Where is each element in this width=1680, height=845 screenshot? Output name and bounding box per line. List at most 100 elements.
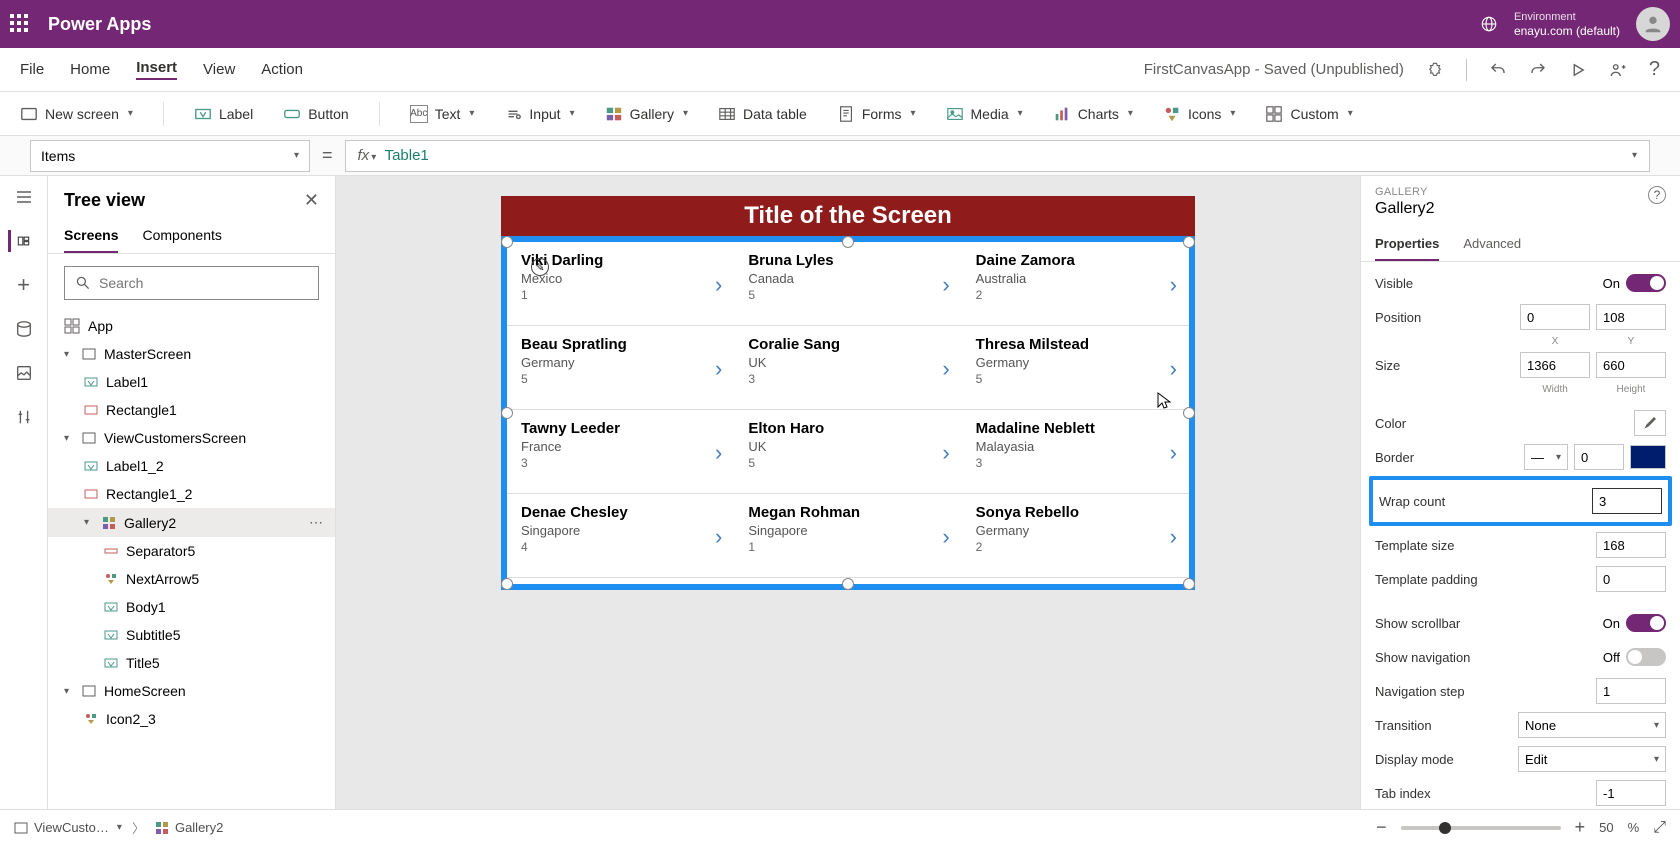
- avatar[interactable]: [1636, 7, 1670, 41]
- redo-icon[interactable]: [1529, 61, 1547, 79]
- chevron-right-icon[interactable]: ›: [1170, 272, 1177, 298]
- chevron-right-icon[interactable]: ›: [942, 524, 949, 550]
- display-mode-select[interactable]: Edit▾: [1518, 746, 1666, 772]
- breadcrumb-gallery[interactable]: Gallery2: [155, 820, 223, 835]
- gallery-cell[interactable]: ✎ Viki Darling Mexico 1 ›: [507, 242, 734, 326]
- zoom-out-icon[interactable]: −: [1376, 817, 1387, 838]
- chevron-right-icon[interactable]: ›: [715, 356, 722, 382]
- menu-action[interactable]: Action: [261, 61, 303, 78]
- chevron-right-icon[interactable]: ›: [715, 524, 722, 550]
- tab-screens[interactable]: Screens: [64, 219, 118, 253]
- chevron-right-icon[interactable]: ›: [942, 440, 949, 466]
- gallery-cell[interactable]: Megan Rohman Singapore 1 ›: [734, 494, 961, 578]
- chevron-right-icon[interactable]: ›: [715, 440, 722, 466]
- fit-icon[interactable]: ⤢: [1653, 819, 1666, 837]
- breadcrumb-screen[interactable]: ViewCusto…▾: [14, 820, 122, 835]
- new-screen-button[interactable]: New screen▾: [20, 105, 133, 123]
- tree-node-viewcust[interactable]: ▾ViewCustomersScreen: [48, 424, 335, 452]
- environment-info[interactable]: Environment enayu.com (default): [1514, 10, 1620, 38]
- tree-node-label1-2[interactable]: Label1_2: [48, 452, 335, 480]
- tree-node-rect1[interactable]: Rectangle1: [48, 396, 335, 424]
- gallery-cell[interactable]: Thresa Milstead Germany 5 ›: [962, 326, 1189, 410]
- gallery-cell[interactable]: Elton Haro UK 5 ›: [734, 410, 961, 494]
- help-icon[interactable]: ?: [1649, 58, 1660, 81]
- template-size-input[interactable]: 168: [1596, 532, 1666, 558]
- close-icon[interactable]: ✕: [304, 190, 319, 211]
- transition-select[interactable]: None▾: [1518, 712, 1666, 738]
- gallery-cell[interactable]: Bruna Lyles Canada 5 ›: [734, 242, 961, 326]
- pos-x-input[interactable]: 0: [1520, 304, 1590, 330]
- insert-pane-icon[interactable]: +: [13, 274, 35, 296]
- tree-node-master[interactable]: ▾MasterScreen: [48, 340, 335, 368]
- gallery-cell[interactable]: Tawny Leeder France 3 ›: [507, 410, 734, 494]
- custom-dropdown[interactable]: Custom▾: [1265, 105, 1352, 123]
- app-launcher-icon[interactable]: [10, 14, 30, 34]
- forms-dropdown[interactable]: Forms▾: [837, 105, 916, 123]
- property-selector[interactable]: Items▾: [30, 140, 310, 172]
- chevron-right-icon[interactable]: ›: [1170, 356, 1177, 382]
- tree-node-nextarrow5[interactable]: NextArrow5: [48, 565, 335, 593]
- size-w-input[interactable]: 1366: [1520, 352, 1590, 378]
- gallery-cell[interactable]: Daine Zamora Australia 2 ›: [962, 242, 1189, 326]
- formula-input[interactable]: fx▾ Table1 ▾: [345, 140, 1650, 172]
- chevron-right-icon[interactable]: ›: [715, 272, 722, 298]
- tab-components[interactable]: Components: [142, 219, 221, 253]
- tree-view-icon[interactable]: [8, 230, 30, 252]
- navigation-toggle[interactable]: [1626, 648, 1666, 666]
- menu-file[interactable]: File: [20, 61, 44, 78]
- size-h-input[interactable]: 660: [1596, 352, 1666, 378]
- share-icon[interactable]: [1609, 61, 1627, 79]
- tree-search[interactable]: [64, 266, 319, 300]
- more-icon[interactable]: ⋯: [309, 514, 325, 531]
- color-picker[interactable]: [1634, 410, 1666, 436]
- menu-insert[interactable]: Insert: [136, 59, 177, 80]
- template-padding-input[interactable]: 0: [1596, 566, 1666, 592]
- tree-node-label1[interactable]: Label1: [48, 368, 335, 396]
- data-icon[interactable]: [13, 318, 35, 340]
- border-color[interactable]: [1630, 445, 1666, 469]
- tab-properties[interactable]: Properties: [1375, 228, 1439, 261]
- zoom-slider[interactable]: [1401, 826, 1561, 830]
- canvas[interactable]: Title of the Screen ✎ Viki Darling Mexic…: [336, 176, 1360, 809]
- zoom-in-icon[interactable]: +: [1575, 817, 1586, 838]
- chevron-right-icon[interactable]: ›: [942, 356, 949, 382]
- tree-node-rect1-2[interactable]: Rectangle1_2: [48, 480, 335, 508]
- label-button[interactable]: Label: [194, 105, 253, 123]
- charts-dropdown[interactable]: Charts▾: [1053, 105, 1133, 123]
- app-checker-icon[interactable]: [1426, 61, 1444, 79]
- tree-node-gallery2[interactable]: ▾Gallery2⋯: [48, 508, 335, 537]
- undo-icon[interactable]: [1489, 61, 1507, 79]
- wrap-count-input[interactable]: 3: [1592, 488, 1662, 514]
- tab-advanced[interactable]: Advanced: [1463, 228, 1521, 261]
- media-dropdown[interactable]: Media▾: [946, 105, 1023, 123]
- gallery-cell[interactable]: Coralie Sang UK 3 ›: [734, 326, 961, 410]
- tree-node-title5[interactable]: Title5: [48, 649, 335, 677]
- visible-toggle[interactable]: [1626, 274, 1666, 292]
- advanced-tools-icon[interactable]: [13, 406, 35, 428]
- chevron-right-icon[interactable]: ›: [942, 272, 949, 298]
- input-dropdown[interactable]: Input▾: [504, 105, 574, 123]
- scrollbar-toggle[interactable]: [1626, 614, 1666, 632]
- help-icon[interactable]: ?: [1648, 186, 1666, 204]
- pos-y-input[interactable]: 108: [1596, 304, 1666, 330]
- tree-node-sep5[interactable]: Separator5: [48, 537, 335, 565]
- tree-node-icon2-3[interactable]: Icon2_3: [48, 705, 335, 733]
- chevron-right-icon[interactable]: ›: [1170, 524, 1177, 550]
- edit-template-icon[interactable]: ✎: [531, 258, 549, 276]
- datatable-button[interactable]: Data table: [718, 105, 807, 123]
- tree-node-app[interactable]: App: [48, 312, 335, 340]
- menu-home[interactable]: Home: [70, 61, 110, 78]
- icons-dropdown[interactable]: Icons▾: [1163, 105, 1236, 123]
- gallery-cell[interactable]: Denae Chesley Singapore 4 ›: [507, 494, 734, 578]
- tree-node-subtitle5[interactable]: Subtitle5: [48, 621, 335, 649]
- chevron-right-icon[interactable]: ›: [1170, 440, 1177, 466]
- search-input[interactable]: [99, 275, 308, 291]
- gallery-selection[interactable]: ✎ Viki Darling Mexico 1 › Bruna Lyles Ca…: [501, 236, 1195, 590]
- play-icon[interactable]: [1569, 61, 1587, 79]
- gallery-cell[interactable]: Beau Spratling Germany 5 ›: [507, 326, 734, 410]
- tree-node-home[interactable]: ▾HomeScreen: [48, 677, 335, 705]
- gallery-cell[interactable]: Madaline Neblett Malayasia 3 ›: [962, 410, 1189, 494]
- menu-view[interactable]: View: [203, 61, 235, 78]
- text-dropdown[interactable]: AbcText▾: [410, 105, 475, 123]
- border-width[interactable]: 0: [1574, 444, 1624, 470]
